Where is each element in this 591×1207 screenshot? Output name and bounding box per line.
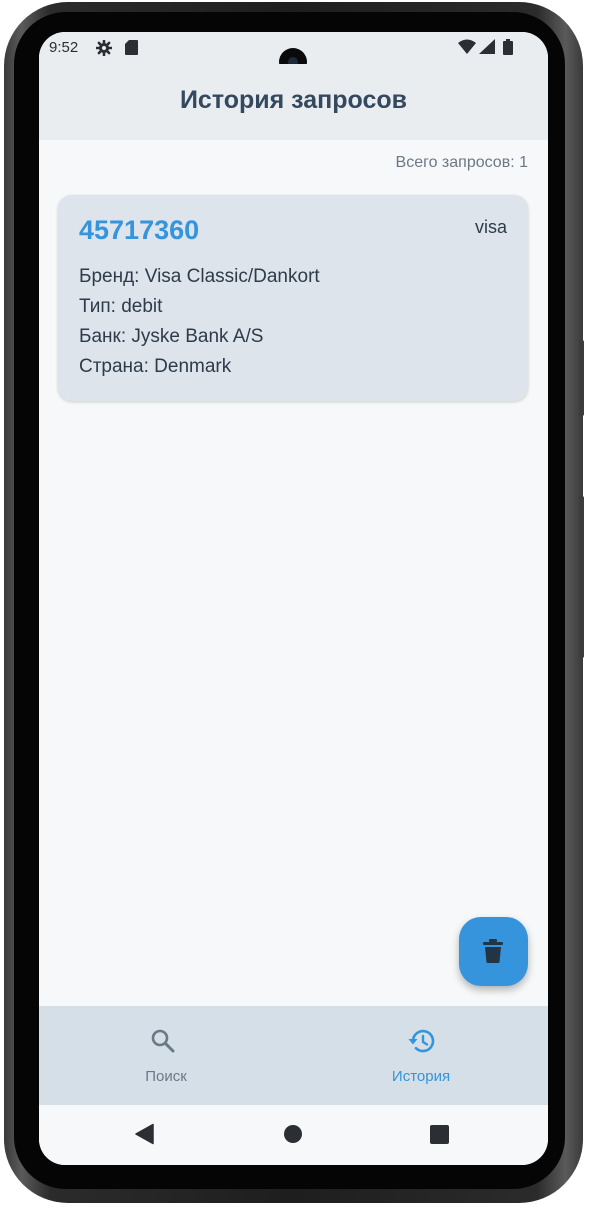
gear-icon xyxy=(95,39,113,61)
screen: 9:52 История запросов Всего запросов: 1 … xyxy=(39,32,548,1165)
nav-item-history[interactable]: История xyxy=(294,1006,548,1105)
volume-button xyxy=(579,340,584,416)
card-country: Страна: Denmark xyxy=(79,356,232,377)
clear-history-button[interactable] xyxy=(459,917,528,986)
wifi-icon xyxy=(458,39,476,59)
card-brand: Бренд: Visa Classic/Dankort xyxy=(79,266,320,287)
nav-label-history: История xyxy=(391,1068,451,1085)
nav-label-search: Поиск xyxy=(145,1068,187,1085)
nav-item-search[interactable]: Поиск xyxy=(39,1006,293,1105)
card-type: Тип: debit xyxy=(79,296,163,317)
home-icon[interactable] xyxy=(283,1124,303,1149)
status-time: 9:52 xyxy=(49,39,79,56)
back-icon[interactable] xyxy=(135,1123,155,1150)
card-scheme: visa xyxy=(474,217,507,237)
signal-icon xyxy=(479,39,495,59)
battery-icon xyxy=(503,39,513,60)
power-button xyxy=(579,496,584,658)
card-bank: Банк: Jyske Bank A/S xyxy=(79,326,264,347)
app-bar: История запросов xyxy=(39,64,548,140)
status-bar: 9:52 xyxy=(39,32,548,76)
page-title: История запросов xyxy=(179,86,408,114)
total-requests-count: Всего запросов: 1 xyxy=(395,154,528,171)
bottom-navigation: Поиск История xyxy=(39,1006,548,1105)
recents-icon[interactable] xyxy=(430,1125,449,1149)
card-bin-number: 45717360 xyxy=(79,215,200,245)
history-card[interactable]: 45717360 visa Бренд: Visa Classic/Dankor… xyxy=(58,195,528,401)
sd-card-icon xyxy=(125,40,138,60)
system-navigation-bar xyxy=(39,1105,548,1165)
